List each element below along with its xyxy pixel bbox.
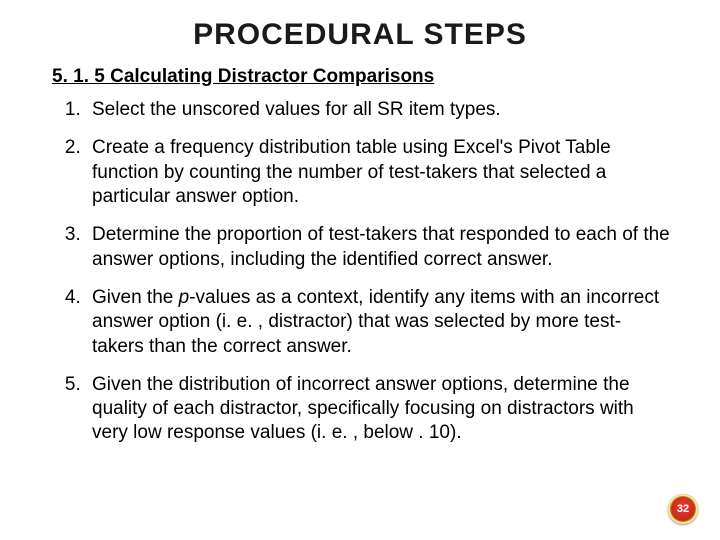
section-heading: 5. 1. 5 Calculating Distractor Compariso… (52, 66, 720, 88)
step-list: Select the unscored values for all SR it… (56, 98, 672, 446)
list-item: Determine the proportion of test-takers … (86, 223, 672, 272)
page-number-badge: 32 (668, 494, 698, 524)
list-item: Given the distribution of incorrect answ… (86, 373, 672, 446)
list-item: Create a frequency distribution table us… (86, 136, 672, 209)
slide: PROCEDURAL STEPS 5. 1. 5 Calculating Dis… (0, 0, 720, 540)
list-item: Given the p-values as a context, identif… (86, 286, 672, 359)
page-title: PROCEDURAL STEPS (0, 0, 720, 52)
page-number: 32 (677, 503, 689, 515)
list-item: Select the unscored values for all SR it… (86, 98, 672, 122)
